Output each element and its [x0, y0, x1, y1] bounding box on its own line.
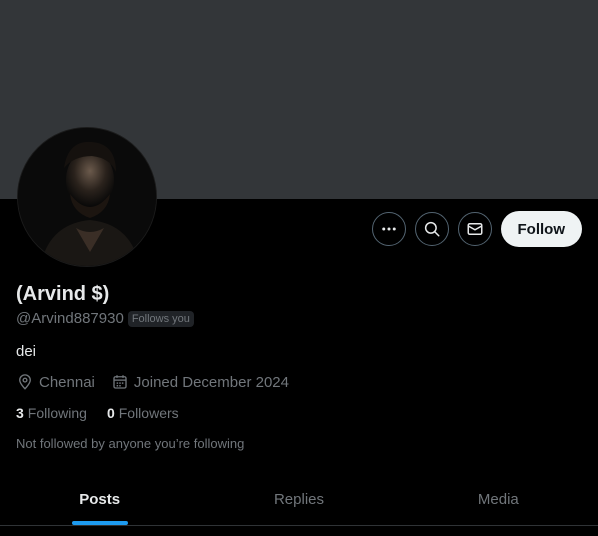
- mutuals-note: Not followed by anyone you’re following: [16, 436, 245, 451]
- follow-button[interactable]: Follow: [500, 211, 582, 247]
- avatar[interactable]: [17, 127, 157, 267]
- calendar-icon: [113, 375, 127, 389]
- profile-tabs: Posts Replies Media: [0, 474, 598, 526]
- display-name: (Arvind $): [16, 283, 110, 305]
- tab-media-label: Media: [477, 491, 519, 508]
- location-pin-icon: [19, 374, 31, 390]
- handle-row: @Arvind887930 Follows you: [16, 310, 194, 327]
- joined-item: Joined December 2024: [111, 373, 289, 391]
- bio: dei: [16, 343, 37, 360]
- follows-you-badge: Follows you: [127, 310, 194, 327]
- search-button[interactable]: [414, 212, 449, 246]
- more-button[interactable]: [371, 212, 406, 246]
- location-item: Chennai: [16, 373, 95, 391]
- followers-count: 0: [106, 405, 115, 421]
- tab-replies-label: Replies: [273, 491, 324, 508]
- follow-counts: 3 Following 0 Followers: [16, 405, 179, 421]
- tab-media[interactable]: Media: [399, 474, 598, 525]
- tab-posts-label: Posts: [79, 491, 121, 508]
- following-link[interactable]: 3 Following: [16, 405, 87, 421]
- joined-text: Joined December 2024: [133, 373, 289, 391]
- profile-actions: Follow: [371, 211, 582, 247]
- following-label: Following: [27, 405, 87, 421]
- followers-label: Followers: [118, 405, 179, 421]
- profile-meta: Chennai Joined December 2024: [16, 373, 289, 391]
- user-handle: @Arvind887930: [16, 310, 124, 327]
- following-count: 3: [16, 405, 24, 421]
- tab-posts[interactable]: Posts: [0, 474, 199, 525]
- followers-link[interactable]: 0 Followers: [107, 405, 179, 421]
- avatar-image: [18, 128, 156, 266]
- location-text: Chennai: [39, 373, 95, 391]
- active-tab-indicator: [71, 521, 128, 525]
- tab-replies[interactable]: Replies: [199, 474, 398, 525]
- mail-icon: [467, 223, 482, 235]
- search-icon: [424, 221, 439, 237]
- message-button[interactable]: [457, 212, 492, 246]
- more-horizontal-icon: [381, 227, 396, 231]
